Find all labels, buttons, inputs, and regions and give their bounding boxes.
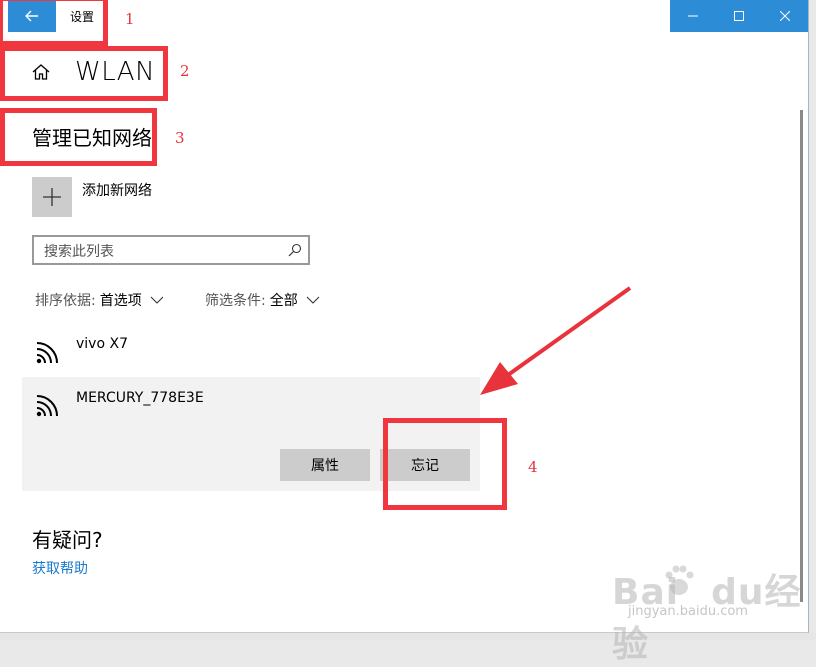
scrollbar[interactable]	[800, 110, 803, 602]
add-network-label[interactable]: 添加新网络	[82, 180, 152, 200]
search-box[interactable]	[32, 235, 310, 265]
wifi-signal-icon	[36, 342, 58, 364]
annotation-number: 3	[175, 129, 185, 147]
filter-value: 全部	[269, 293, 298, 309]
properties-button[interactable]: 属性	[280, 449, 370, 481]
filter-dropdown[interactable]: 筛选条件: 全部	[205, 290, 320, 310]
minimize-icon	[688, 15, 698, 17]
network-name: vivo X7	[76, 336, 128, 352]
help-heading: 有疑问?	[32, 528, 103, 552]
plus-icon	[43, 188, 61, 206]
annotation-arrow-icon	[480, 286, 632, 395]
chevron-down-icon	[150, 296, 164, 304]
wifi-signal-icon	[36, 395, 58, 417]
annotation-number: 1	[125, 10, 135, 28]
annotation-box	[383, 418, 507, 510]
title-bar: 设置	[0, 0, 808, 32]
chevron-down-icon	[306, 296, 320, 304]
paw-icon	[665, 565, 694, 595]
get-help-link[interactable]: 获取帮助	[32, 558, 88, 578]
annotation-number: 4	[528, 458, 538, 476]
watermark-url: jingyan.baidu.com	[628, 604, 748, 619]
sort-label: 排序依据:	[35, 293, 96, 309]
annotation-box	[0, 0, 108, 46]
sort-dropdown[interactable]: 排序依据: 首选项	[35, 290, 164, 310]
minimize-button[interactable]	[670, 0, 716, 32]
maximize-button[interactable]	[716, 0, 762, 32]
maximize-icon	[734, 11, 744, 21]
sort-value: 首选项	[99, 293, 142, 309]
filter-label: 筛选条件:	[205, 293, 266, 309]
annotation-number: 2	[180, 62, 190, 80]
add-network-button[interactable]	[32, 177, 72, 217]
network-name: MERCURY_778E3E	[76, 390, 204, 406]
search-input[interactable]	[42, 241, 286, 263]
network-item[interactable]: vivo X7	[22, 326, 480, 378]
annotation-box	[0, 108, 157, 166]
search-icon	[288, 243, 302, 257]
close-button[interactable]	[762, 0, 808, 32]
annotation-box	[0, 46, 168, 101]
close-icon	[780, 11, 790, 21]
